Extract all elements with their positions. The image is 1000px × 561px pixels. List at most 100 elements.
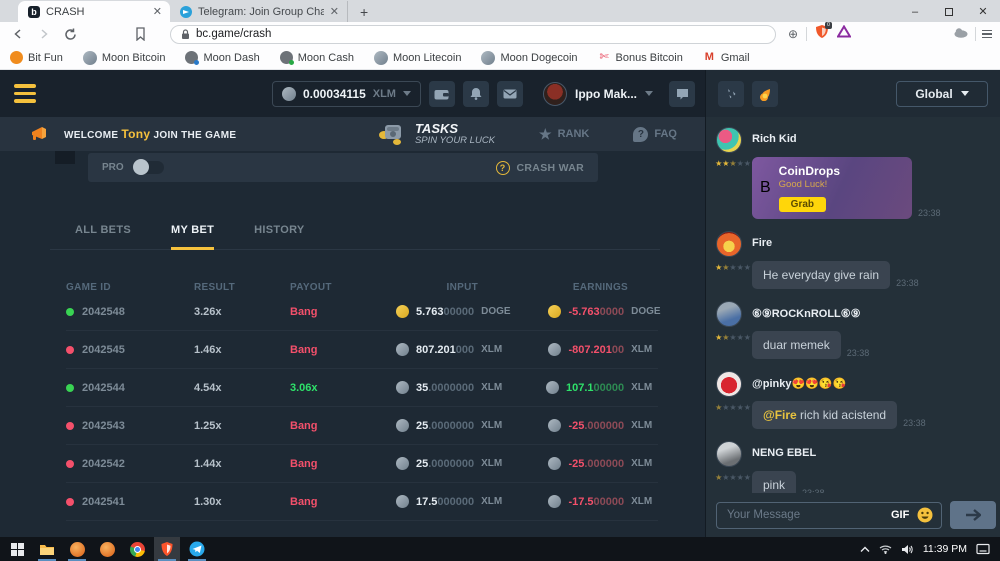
coindrops-card[interactable]: BCoinDropsGood Luck!Grab — [752, 157, 912, 219]
start-button[interactable] — [4, 537, 30, 561]
triangle-extension-icon[interactable] — [837, 25, 851, 43]
gif-button[interactable]: GIF — [891, 509, 909, 521]
bookmark-item[interactable]: Moon Dogecoin — [481, 51, 577, 65]
wallet-button[interactable] — [429, 81, 455, 107]
tab-telegram[interactable]: Telegram: Join Group Chat ✕ — [170, 1, 348, 22]
new-tab-button[interactable]: + — [348, 1, 380, 22]
app-orange-icon-2[interactable] — [94, 537, 120, 561]
url-text: bc.game/crash — [196, 28, 271, 40]
address-bar[interactable]: bc.game/crash — [170, 25, 776, 44]
crash-game-area: PRO ? CRASH WAR ALL BETS MY BET HISTORY … — [0, 151, 705, 537]
chat-input-box[interactable]: GIF — [716, 502, 942, 529]
crash-war-link[interactable]: ? CRASH WAR — [496, 161, 584, 175]
window-minimize-button[interactable]: – — [898, 1, 932, 22]
chat-username: NENG EBEL — [752, 447, 990, 459]
wifi-icon[interactable] — [879, 544, 892, 554]
app-orange-icon-1[interactable] — [64, 537, 90, 561]
chat-toggle-button[interactable] — [669, 81, 695, 107]
profile-cloud-icon[interactable] — [953, 25, 969, 43]
chat-header: Global — [706, 70, 1000, 117]
username: Ippo Mak... — [575, 87, 637, 101]
mail-button[interactable] — [497, 81, 523, 107]
user-menu-chevron-icon[interactable] — [645, 91, 653, 96]
user-rating-stars: ★★★★★ — [714, 397, 752, 429]
user-avatar[interactable] — [543, 82, 567, 106]
bookmark-item[interactable]: Moon Litecoin — [374, 51, 462, 65]
cell-earnings: -17.500000XLM — [517, 495, 667, 508]
browser-menu-icon[interactable] — [982, 30, 992, 39]
shield-extension-icon[interactable]: 0 — [815, 24, 829, 44]
screen: b CRASH ✕ Telegram: Join Group Chat ✕ + … — [0, 0, 1000, 561]
tab-history[interactable]: HISTORY — [254, 214, 304, 250]
cell-earnings: -25.000000XLM — [517, 457, 667, 470]
coin-icon — [374, 51, 388, 65]
fireball-button[interactable] — [752, 81, 778, 107]
doge-coin-icon — [548, 305, 561, 318]
bookmark-flag-icon[interactable] — [130, 24, 150, 44]
avatar[interactable] — [716, 301, 742, 327]
cell-input: 25.0000000XLM — [396, 419, 517, 432]
back-button[interactable] — [8, 24, 28, 44]
notification-center-icon[interactable] — [976, 543, 990, 555]
pro-label: PRO — [102, 162, 124, 173]
chrome-icon[interactable] — [124, 537, 150, 561]
chat-message: Fire★★★★★He everyday give rain23:38 — [714, 229, 990, 289]
message-input[interactable] — [725, 508, 883, 522]
brave-icon[interactable] — [154, 537, 180, 561]
mention[interactable]: @Fire — [763, 408, 797, 422]
emoji-button[interactable] — [917, 507, 933, 523]
bookmark-item[interactable]: Moon Dash — [185, 51, 259, 64]
telegram-icon[interactable] — [184, 537, 210, 561]
bookmark-item[interactable]: ✄Bonus Bitcoin — [598, 51, 683, 64]
avatar[interactable] — [716, 371, 742, 397]
notifications-bell-button[interactable] — [463, 81, 489, 107]
cell-game-id: 2042545 — [66, 344, 194, 356]
tab-my-bet[interactable]: MY BET — [171, 214, 214, 250]
coin-icon — [481, 51, 495, 65]
tasks-banner[interactable]: TASKS SPIN YOUR LUCK — [377, 122, 495, 146]
bookmark-label: Moon Dogecoin — [500, 52, 577, 64]
rank-link[interactable]: ★ RANK — [539, 127, 589, 141]
balance-amount: 0.00034115 — [303, 87, 366, 101]
window-maximize-button[interactable] — [932, 1, 966, 22]
coin-icon — [83, 51, 97, 65]
hamburger-menu-icon[interactable] — [14, 84, 36, 103]
tab-title: CRASH — [46, 6, 147, 18]
cell-payout: Bang — [290, 420, 396, 432]
tray-expand-icon[interactable] — [860, 546, 870, 553]
avatar[interactable] — [716, 127, 742, 153]
tab-close-icon[interactable]: ✕ — [330, 5, 339, 18]
forward-button[interactable] — [34, 24, 54, 44]
balance-selector[interactable]: 0.00034115 XLM — [272, 81, 421, 107]
coin-blue-icon — [185, 51, 198, 64]
pro-toggle[interactable] — [134, 161, 164, 174]
chat-message: Rich Kid★★★★★BCoinDropsGood Luck!Grab23:… — [714, 125, 990, 219]
user-rating-stars: ★★★★★ — [714, 257, 752, 289]
chat-channel-selector[interactable]: Global — [896, 81, 988, 107]
money-bag-icon: B — [760, 179, 771, 197]
grab-button[interactable]: Grab — [779, 197, 826, 212]
avatar[interactable] — [716, 441, 742, 467]
bookmark-item[interactable]: MGmail — [703, 51, 750, 64]
bookmark-item[interactable]: Moon Cash — [280, 51, 354, 64]
avatar[interactable] — [716, 231, 742, 257]
window-close-button[interactable]: ✕ — [966, 1, 1000, 22]
target-icon[interactable]: ⊕ — [788, 27, 798, 41]
xlm-coin-icon — [548, 343, 561, 356]
clock[interactable]: 11:39 PM — [923, 543, 967, 555]
tab-crash[interactable]: b CRASH ✕ — [18, 1, 170, 22]
bookmark-item[interactable]: Bit Fun — [10, 51, 63, 64]
bookmark-item[interactable]: Moon Bitcoin — [83, 51, 166, 65]
rain-button[interactable] — [718, 81, 744, 107]
cell-game-id: 2042542 — [66, 458, 194, 470]
faq-link[interactable]: ? FAQ — [633, 127, 677, 142]
volume-icon[interactable] — [901, 544, 914, 555]
file-explorer-icon[interactable] — [34, 537, 60, 561]
reload-button[interactable] — [60, 24, 80, 44]
tasks-title: TASKS — [415, 122, 495, 135]
tab-close-icon[interactable]: ✕ — [153, 5, 162, 18]
tasks-chest-icon — [377, 122, 407, 146]
bet-row: 20425451.46xBang807.201000XLM-807.20100X… — [66, 331, 658, 369]
send-button[interactable] — [950, 501, 996, 529]
tab-all-bets[interactable]: ALL BETS — [75, 214, 131, 250]
